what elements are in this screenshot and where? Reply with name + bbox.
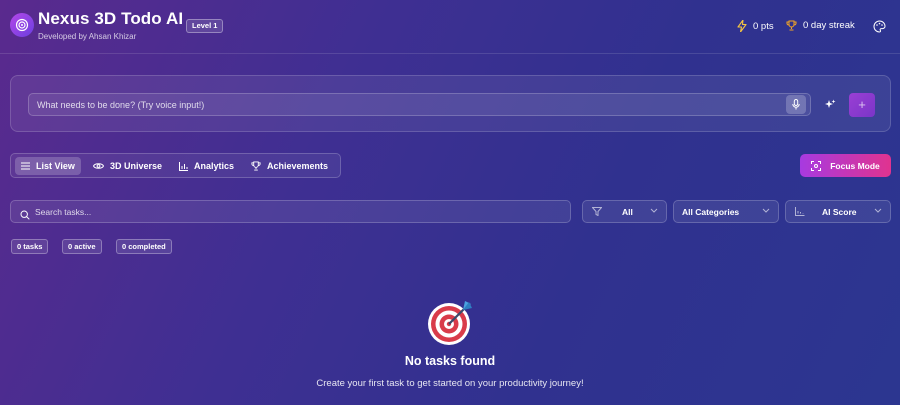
app-header: Nexus 3D Todo AI Developed by Ahsan Khiz… bbox=[0, 0, 900, 54]
sort-icon bbox=[795, 207, 805, 216]
palette-icon bbox=[873, 20, 886, 33]
points-stat: 0 pts bbox=[737, 20, 774, 32]
focus-mode-label: Focus Mode bbox=[830, 160, 880, 171]
filter-icon bbox=[592, 207, 602, 216]
add-task-button[interactable]: + bbox=[849, 93, 875, 117]
sort-value: AI Score bbox=[822, 207, 857, 217]
tab-achievements[interactable]: Achievements bbox=[245, 157, 334, 175]
lightning-icon bbox=[737, 20, 747, 32]
empty-state-title: No tasks found bbox=[404, 354, 496, 368]
chevron-down-icon bbox=[650, 208, 658, 213]
points-value: 0 pts bbox=[753, 20, 774, 32]
view-tabs: List View 3D Universe Analytics Achievem… bbox=[10, 153, 341, 178]
tab-label: 3D Universe bbox=[110, 161, 163, 171]
status-filter-select[interactable]: All bbox=[582, 200, 667, 223]
app-title: Nexus 3D Todo AI bbox=[38, 9, 184, 28]
tab-analytics[interactable]: Analytics bbox=[173, 157, 240, 175]
microphone-icon bbox=[792, 99, 800, 110]
tasks-count-badge: 0 tasks bbox=[11, 239, 49, 254]
tab-label: Analytics bbox=[194, 161, 235, 171]
task-input-card: + bbox=[10, 75, 891, 132]
target-icon bbox=[427, 298, 475, 346]
app-subtitle: Developed by Ahsan Khizar bbox=[38, 32, 137, 41]
search-icon bbox=[20, 207, 30, 225]
logo-icon bbox=[10, 13, 34, 37]
streak-value: 0 day streak bbox=[803, 20, 855, 31]
sparkles-icon bbox=[824, 99, 835, 108]
chevron-down-icon bbox=[762, 208, 770, 213]
eye-icon bbox=[93, 163, 104, 169]
empty-state-message: Create your first task to get started on… bbox=[316, 378, 584, 389]
focus-mode-button[interactable]: Focus Mode bbox=[800, 154, 891, 177]
level-badge: Level 1 bbox=[186, 19, 224, 33]
chevron-down-icon bbox=[874, 208, 882, 213]
ai-suggest-button[interactable] bbox=[822, 96, 838, 112]
trophy-icon bbox=[251, 161, 261, 171]
voice-input-button[interactable] bbox=[786, 95, 806, 114]
list-icon bbox=[21, 162, 30, 170]
status-filter-value: All bbox=[622, 207, 633, 217]
search-input[interactable] bbox=[35, 201, 565, 222]
task-input[interactable] bbox=[28, 93, 811, 116]
active-count-badge: 0 active bbox=[62, 239, 102, 254]
trophy-icon bbox=[786, 20, 797, 31]
theme-palette-button[interactable] bbox=[873, 20, 887, 34]
category-filter-select[interactable]: All Categories bbox=[673, 200, 779, 223]
tab-label: Achievements bbox=[267, 161, 329, 171]
completed-count-badge: 0 completed bbox=[116, 239, 172, 254]
bar-chart-icon bbox=[179, 161, 188, 171]
focus-icon bbox=[811, 160, 822, 171]
tab-list-view[interactable]: List View bbox=[15, 157, 81, 175]
category-filter-value: All Categories bbox=[682, 207, 740, 217]
search-box bbox=[10, 200, 571, 223]
streak-stat: 0 day streak bbox=[786, 20, 855, 31]
tab-3d-universe[interactable]: 3D Universe bbox=[87, 157, 168, 175]
sort-select[interactable]: AI Score bbox=[785, 200, 891, 223]
tab-label: List View bbox=[36, 161, 75, 171]
